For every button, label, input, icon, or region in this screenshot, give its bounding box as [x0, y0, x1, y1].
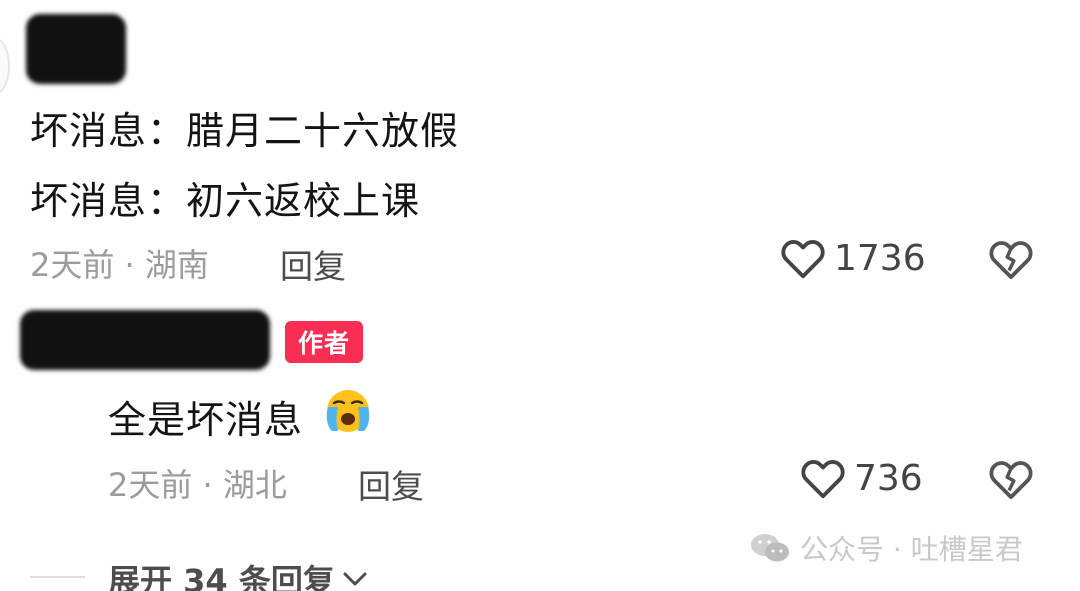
reply-button[interactable]: 回复: [358, 460, 424, 508]
comment-meta: 2天前 · 湖北: [108, 466, 287, 504]
chevron-down-icon: [343, 572, 367, 586]
like-count: 736: [854, 457, 923, 499]
broken-heart-icon[interactable]: [988, 238, 1034, 280]
divider: [30, 576, 85, 578]
comment-meta: 2天前 · 湖南: [30, 246, 209, 284]
comment-text-line: 坏消息：腊月二十六放假: [30, 109, 460, 153]
comment-text: 全是坏消息: [108, 398, 304, 442]
redacted-username: [26, 14, 126, 84]
author-badge: 作者: [285, 321, 363, 363]
broken-heart-icon[interactable]: [988, 458, 1034, 500]
wechat-logo-icon: [751, 534, 789, 562]
watermark-text: 公众号 · 吐槽星君: [800, 533, 1023, 566]
expand-replies-button[interactable]: 展开 34 条回复: [108, 556, 369, 591]
loudly-crying-face-emoji: [326, 390, 370, 432]
heart-outline-icon: [801, 460, 845, 499]
like-button[interactable]: 1736: [780, 236, 926, 280]
avatar[interactable]: [0, 38, 10, 94]
heart-outline-icon: [781, 240, 825, 279]
like-count: 1736: [834, 237, 926, 279]
like-button[interactable]: 736: [800, 456, 923, 500]
expand-replies-label: 展开 34 条回复: [108, 562, 335, 591]
reply-button[interactable]: 回复: [280, 240, 346, 288]
comment-text-line: 坏消息：初六返校上课: [30, 179, 421, 223]
redacted-username: [20, 310, 270, 370]
comment-thread: 坏消息：腊月二十六放假 坏消息：初六返校上课 2天前 · 湖南 回复 1736 …: [0, 0, 1080, 591]
watermark: 公众号 · 吐槽星君: [748, 528, 1023, 568]
